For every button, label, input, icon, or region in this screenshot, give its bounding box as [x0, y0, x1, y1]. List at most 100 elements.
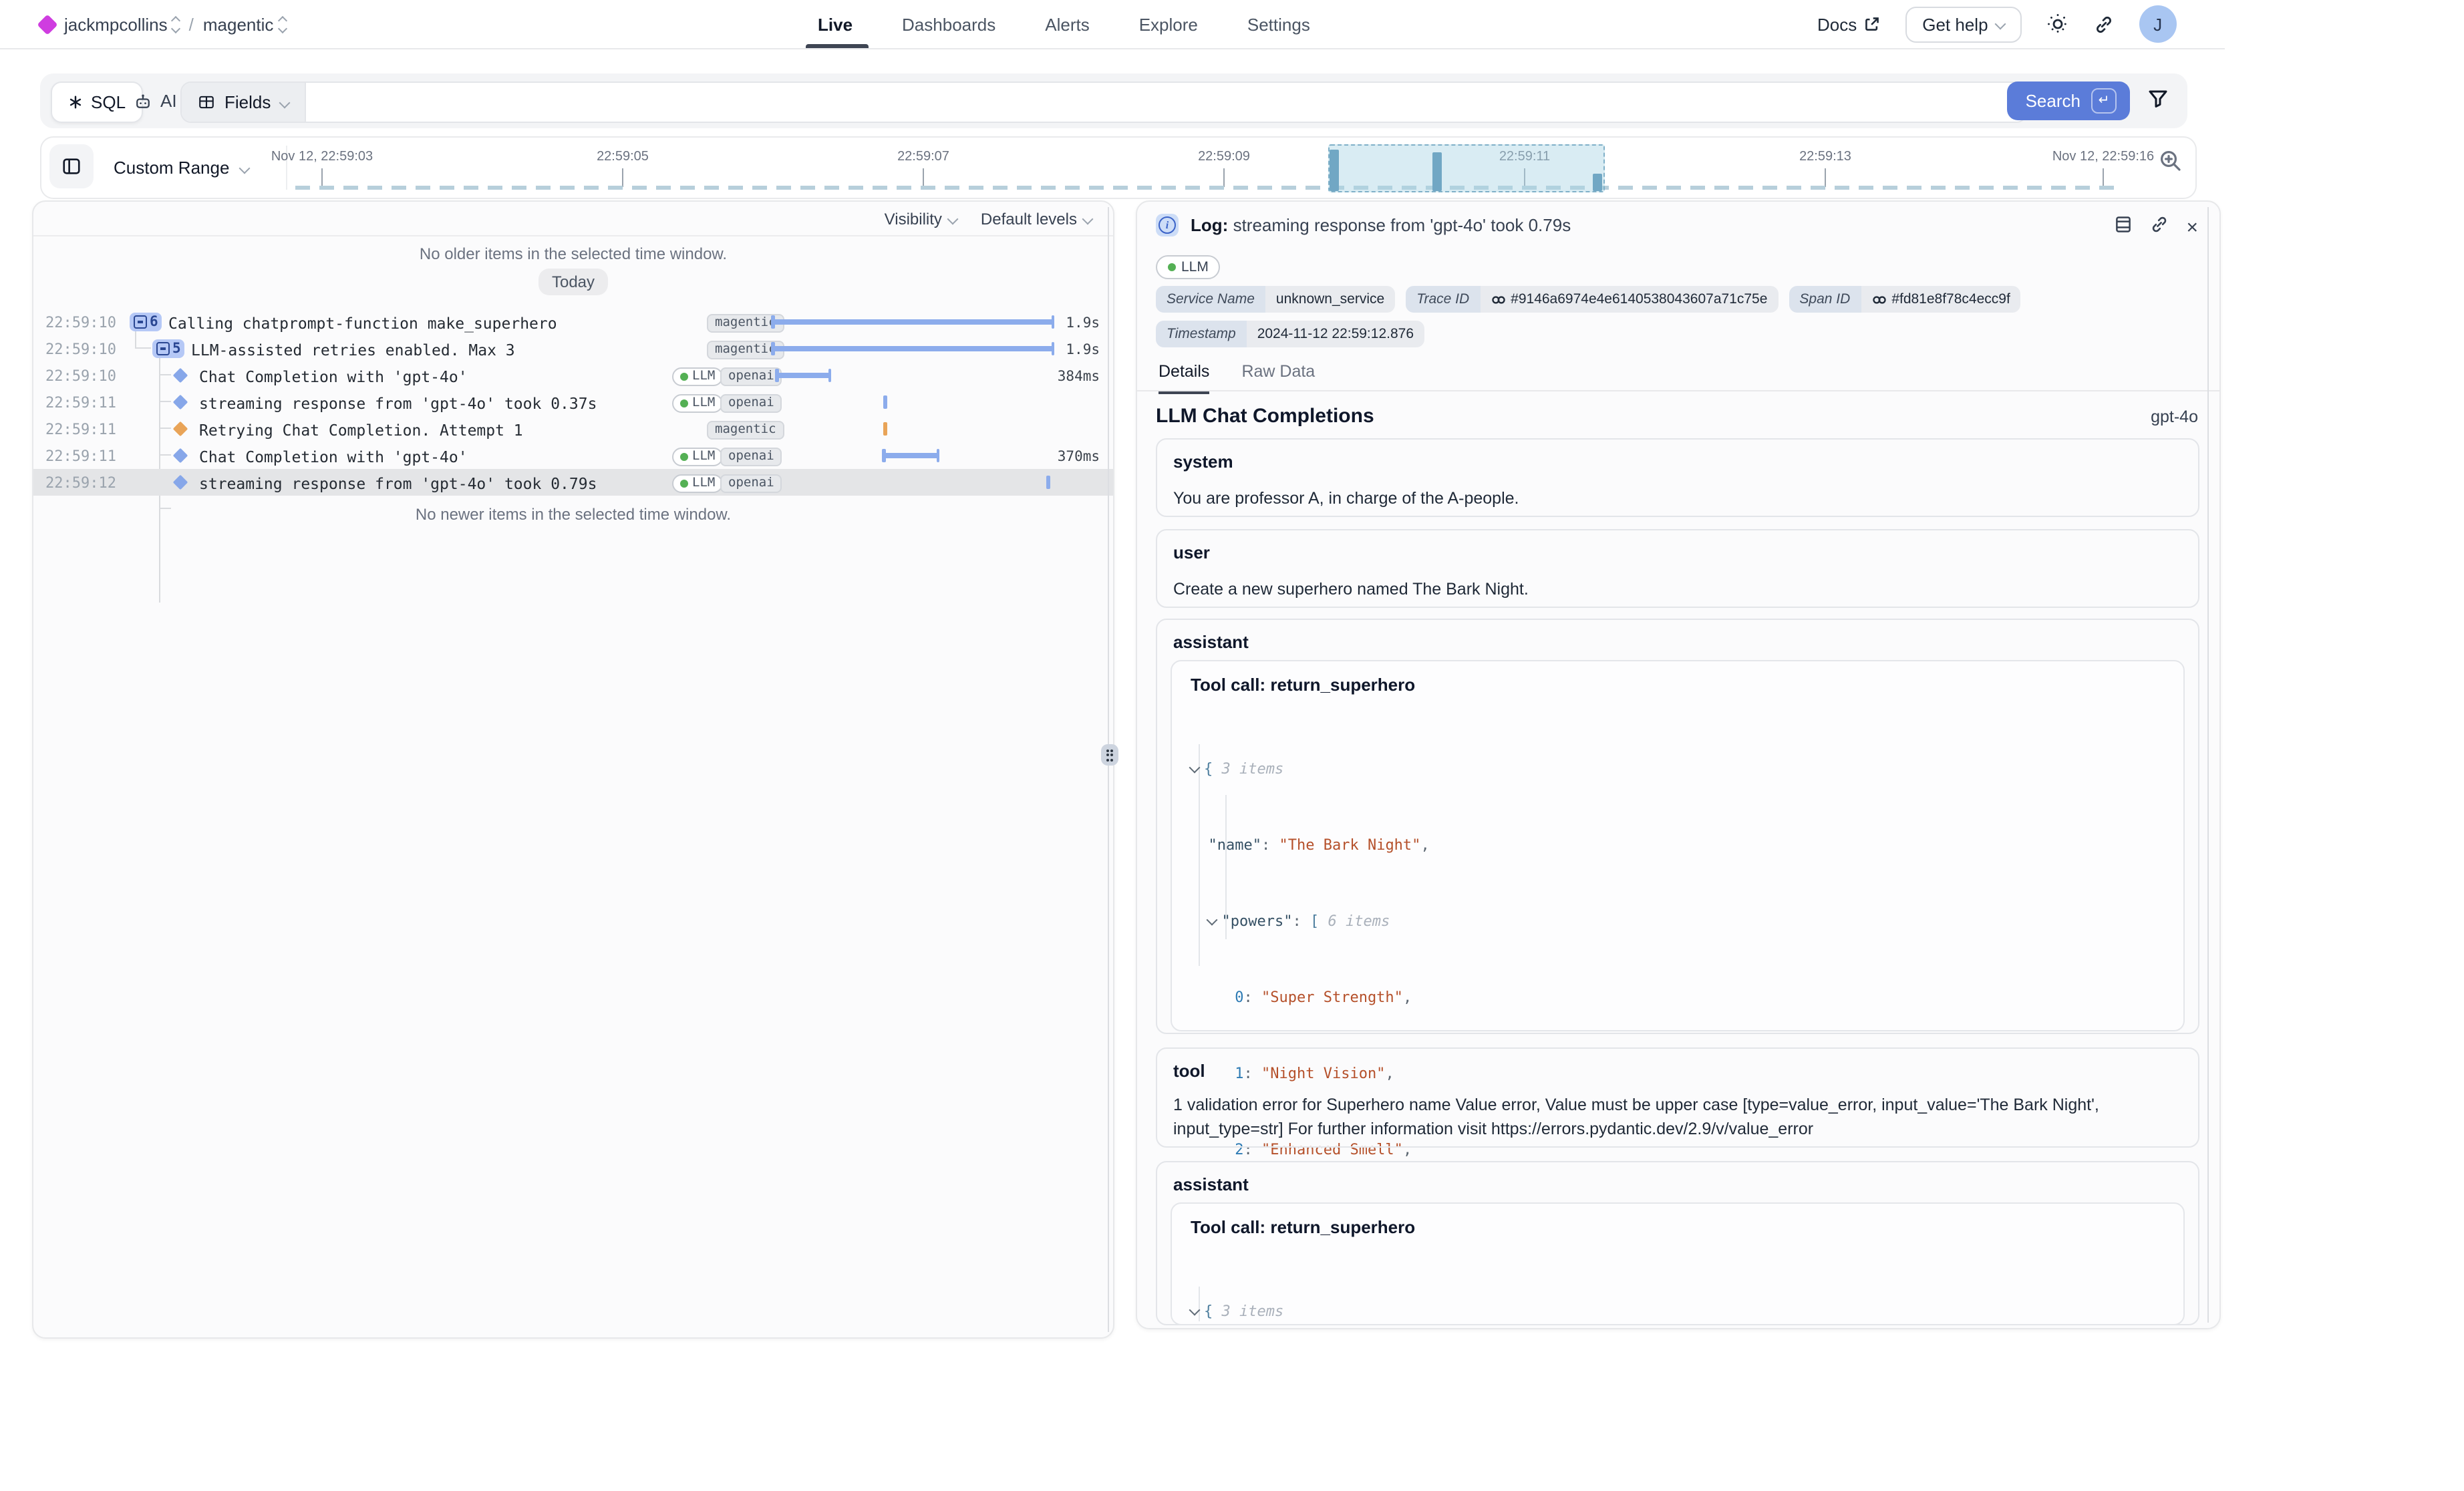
- org-selector[interactable]: jackmpcollins: [64, 14, 180, 34]
- share-link-button[interactable]: [2094, 14, 2114, 34]
- time-range-bar: Custom Range Nov 12, 22:59:03 22:59:05 2…: [40, 136, 2197, 199]
- log-message: Retrying Chat Completion. Attempt 1: [199, 421, 523, 440]
- tool-call-title: Tool call: return_superhero: [1191, 675, 1415, 695]
- default-levels-dropdown[interactable]: Default levels: [981, 209, 1092, 228]
- tab-raw-data[interactable]: Raw Data: [1241, 362, 1315, 394]
- log-list-header: Visibility Default levels: [33, 202, 1113, 236]
- collapse-badge[interactable]: 5: [152, 339, 185, 358]
- scope-tag: openai: [720, 393, 782, 412]
- timeline-tick-mark: [1825, 168, 1826, 187]
- chip-label: Timestamp: [1156, 321, 1247, 347]
- tool-call-card: Tool call: return_superhero { 3 items "n…: [1171, 660, 2185, 1031]
- search-input[interactable]: [305, 83, 2026, 122]
- tab-details[interactable]: Details: [1159, 362, 1209, 394]
- layout-icon: [2114, 215, 2133, 234]
- log-list-panel: Visibility Default levels No older items…: [32, 200, 1114, 1339]
- log-row[interactable]: 22:59:11 Retrying Chat Completion. Attem…: [33, 416, 1113, 442]
- llm-tag: LLM: [672, 474, 723, 492]
- tab-dashboards[interactable]: Dashboards: [902, 14, 995, 34]
- span-diamond-icon: [173, 475, 188, 490]
- visibility-dropdown[interactable]: Visibility: [885, 209, 957, 228]
- json-viewer: { 3 items "name": "THE BARK NIGHT", "pow…: [1191, 1248, 2170, 1329]
- scrollbar[interactable]: [2207, 207, 2209, 1323]
- table-grid-icon: [198, 94, 215, 111]
- sql-label: SQL: [91, 92, 126, 112]
- log-row[interactable]: 22:59:11 Chat Completion with 'gpt-4o' L…: [33, 442, 1113, 469]
- tab-live[interactable]: Live: [818, 14, 853, 34]
- duration-label: 384ms: [1058, 369, 1100, 385]
- collapse-badge[interactable]: 6: [130, 313, 162, 331]
- info-icon: i: [1156, 214, 1179, 236]
- duration-label: 1.9s: [1066, 342, 1100, 358]
- message-text: Create a new superhero named The Bark Ni…: [1173, 577, 2179, 601]
- chevron-down-icon: [947, 213, 958, 224]
- log-time: 22:59:11: [45, 421, 116, 438]
- timeline-selection[interactable]: [1328, 144, 1605, 192]
- message-card-user: user Create a new superhero named The Ba…: [1156, 529, 2199, 608]
- duration-bar: [772, 319, 1053, 325]
- zoom-in-button[interactable]: [2158, 148, 2182, 179]
- avatar-initial: J: [2153, 14, 2162, 34]
- search-button[interactable]: Search ↵: [2007, 81, 2130, 120]
- timeline-tick-label: 22:59:09: [1198, 150, 1250, 164]
- tab-explore[interactable]: Explore: [1139, 14, 1198, 34]
- avatar[interactable]: J: [2139, 5, 2177, 43]
- ai-mode-button[interactable]: AI: [123, 81, 188, 120]
- log-row[interactable]: 22:59:10 6 Calling chatprompt-function m…: [33, 309, 1113, 335]
- span-id-chip[interactable]: Span ID #fd81e8f78c4ecc9f: [1789, 286, 2020, 313]
- log-message: streaming response from 'gpt-4o' took 0.…: [199, 474, 597, 493]
- service-name-chip: Service Name unknown_service: [1156, 286, 1395, 313]
- project-selector[interactable]: magentic: [203, 14, 286, 34]
- filter-button[interactable]: [2147, 88, 2169, 116]
- copy-link-button[interactable]: [2150, 215, 2169, 240]
- breadcrumb: jackmpcollins / magentic: [40, 0, 285, 48]
- time-range-selector[interactable]: Custom Range: [114, 138, 248, 198]
- scrollbar[interactable]: [1108, 207, 1109, 1332]
- json-line[interactable]: { 3 items: [1191, 1299, 2170, 1324]
- tab-alerts[interactable]: Alerts: [1045, 14, 1089, 34]
- scope-tag: openai: [720, 367, 782, 385]
- active-tab-underline: [806, 44, 869, 48]
- enter-key-icon: ↵: [2091, 88, 2117, 114]
- panel-resize-handle[interactable]: [1101, 744, 1118, 766]
- trace-id-chip[interactable]: Trace ID #9146a6974e4e6140538043607a71c7…: [1406, 286, 1778, 313]
- log-row-selected[interactable]: 22:59:12 streaming response from 'gpt-4o…: [33, 469, 1113, 496]
- llm-tag: LLM: [1156, 255, 1221, 279]
- timeline-axis[interactable]: [295, 186, 2115, 190]
- docs-link[interactable]: Docs: [1817, 14, 1879, 34]
- tab-settings[interactable]: Settings: [1247, 14, 1310, 34]
- log-row[interactable]: 22:59:11 streaming response from 'gpt-4o…: [33, 389, 1113, 416]
- sidebar-toggle-button[interactable]: [49, 144, 94, 188]
- instant-tick: [1046, 476, 1050, 489]
- fields-button[interactable]: Fields: [182, 83, 305, 122]
- green-dot-icon: [680, 452, 688, 460]
- theme-toggle-button[interactable]: [2047, 13, 2068, 35]
- instant-tick: [883, 395, 887, 409]
- logfire-logo-icon[interactable]: [37, 13, 57, 34]
- ai-label: AI: [160, 91, 177, 111]
- close-button[interactable]: ×: [2186, 219, 2198, 236]
- green-dot-icon: [680, 399, 688, 407]
- message-card-tool: tool 1 validation error for Superhero na…: [1156, 1047, 2199, 1148]
- chip-value: #fd81e8f78c4ecc9f: [1891, 291, 2010, 307]
- llm-tag: LLM: [672, 367, 723, 385]
- log-time: 22:59:12: [45, 474, 116, 492]
- timeline-tick-label: Nov 12, 22:59:16: [2052, 150, 2154, 164]
- collapse-chevron-icon: [1207, 915, 1218, 926]
- chip-label: Span ID: [1789, 286, 1861, 313]
- levels-label: Default levels: [981, 209, 1077, 228]
- get-help-button[interactable]: Get help: [1905, 6, 2021, 42]
- json-line[interactable]: { 3 items: [1191, 756, 2170, 782]
- duration-bar: [883, 453, 938, 458]
- top-nav: jackmpcollins / magentic Live Dashboards…: [0, 0, 2225, 49]
- log-row[interactable]: 22:59:10 Chat Completion with 'gpt-4o' L…: [33, 362, 1113, 389]
- detail-actions: ×: [2114, 215, 2198, 240]
- open-in-view-button[interactable]: [2114, 215, 2133, 240]
- span-diamond-icon: [173, 395, 188, 410]
- log-message: LLM-assisted retries enabled. Max 3: [191, 341, 515, 359]
- role-label: assistant: [1173, 632, 1249, 652]
- log-row[interactable]: 22:59:10 5 LLM-assisted retries enabled.…: [33, 335, 1113, 362]
- message-card-assistant: assistant Tool call: return_superhero { …: [1156, 1161, 2199, 1325]
- json-line[interactable]: "powers": [ 6 items: [1191, 908, 2170, 934]
- json-line: 0: "Super Strength",: [1191, 985, 2170, 1010]
